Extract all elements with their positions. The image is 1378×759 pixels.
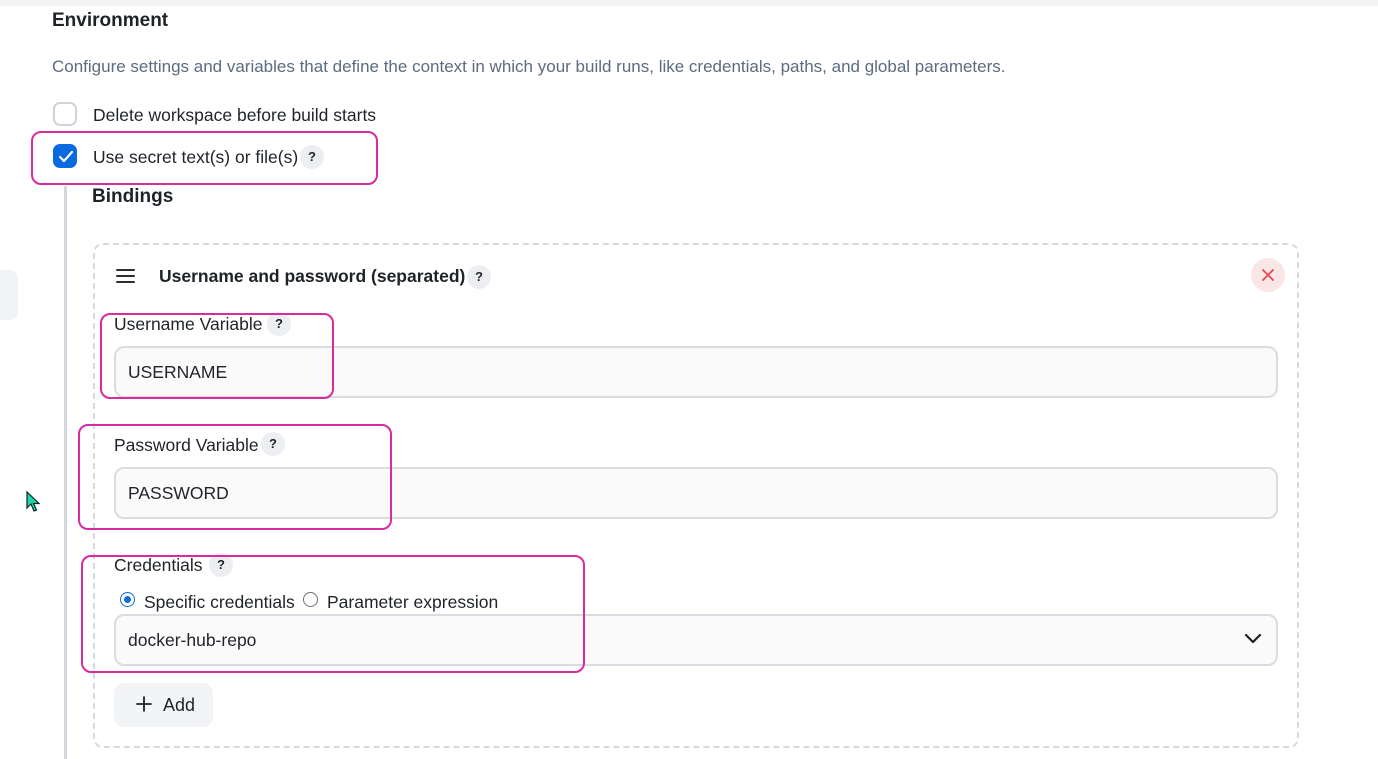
specific-credentials-radio[interactable] [120, 592, 135, 607]
credentials-select-value: docker-hub-repo [128, 630, 257, 650]
section-title: Environment [52, 10, 169, 31]
username-variable-label: Username Variable [114, 314, 263, 334]
password-variable-label: Password Variable [114, 435, 259, 455]
password-variable-input[interactable] [114, 467, 1278, 519]
help-icon[interactable]: ? [209, 553, 233, 577]
use-secret-label[interactable]: Use secret text(s) or file(s) [93, 147, 298, 168]
close-icon [1262, 269, 1274, 281]
side-panel-tab[interactable] [0, 270, 18, 320]
specific-credentials-label[interactable]: Specific credentials [144, 592, 295, 613]
credentials-label: Credentials [114, 555, 203, 575]
parameter-expression-radio[interactable] [303, 592, 318, 607]
mouse-cursor-icon [26, 491, 40, 512]
nesting-line [64, 186, 67, 759]
help-icon[interactable]: ? [261, 432, 285, 456]
parameter-expression-label[interactable]: Parameter expression [327, 592, 498, 613]
top-bar [0, 0, 1378, 6]
chevron-down-icon [1244, 633, 1262, 644]
help-icon[interactable]: ? [467, 265, 491, 289]
help-icon[interactable]: ? [267, 312, 291, 336]
credentials-select[interactable] [114, 614, 1278, 666]
add-button-label: Add [163, 695, 196, 715]
section-description: Configure settings and variables that de… [52, 57, 1006, 76]
username-variable-input[interactable] [114, 346, 1278, 398]
checkmark-icon [58, 150, 74, 163]
remove-binding-button[interactable] [1251, 258, 1285, 292]
drag-handle-icon[interactable] [116, 268, 136, 284]
binding-type-title: Username and password (separated) [159, 266, 466, 286]
use-secret-checkbox[interactable] [53, 144, 77, 168]
plus-icon [136, 696, 152, 712]
delete-workspace-checkbox[interactable] [53, 102, 77, 126]
bindings-title: Bindings [92, 186, 174, 207]
delete-workspace-label[interactable]: Delete workspace before build starts [93, 105, 376, 126]
help-icon[interactable]: ? [300, 145, 324, 169]
